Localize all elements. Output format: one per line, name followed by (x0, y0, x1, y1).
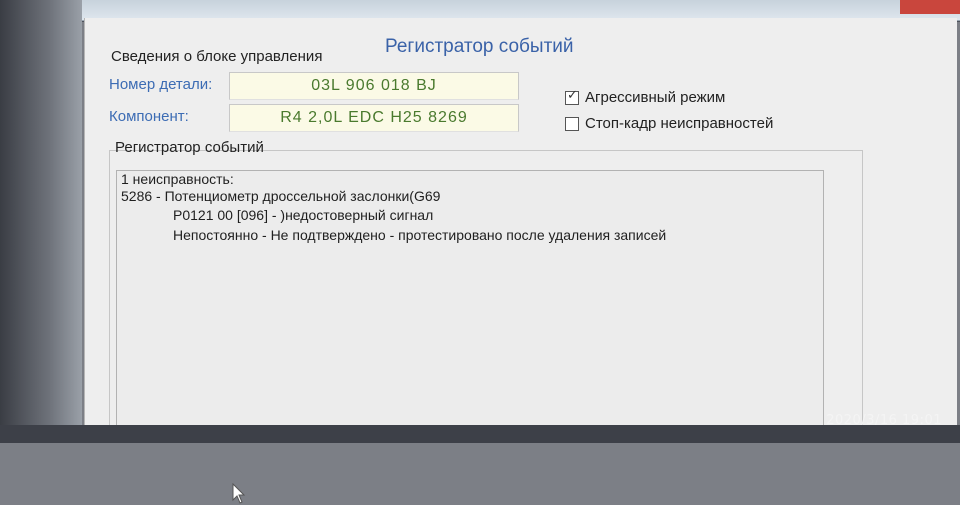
aggressive-mode-checkbox[interactable]: ✓ (565, 87, 579, 105)
mouse-pointer-icon (232, 483, 246, 504)
freeze-frame-label: Стоп-кадр неисправностей (585, 115, 774, 132)
part-number-label: Номер детали: (109, 76, 213, 93)
control-unit-group-label: Сведения о блоке управления (111, 48, 323, 65)
window-title: Регистратор событий (385, 36, 574, 57)
photo-timestamp: 2020/3/16 19:01 (826, 413, 942, 428)
freeze-frame-option[interactable]: Стоп-кадр неисправностей (565, 115, 773, 132)
freeze-frame-checkbox[interactable] (565, 116, 579, 131)
check-icon: ✓ (567, 86, 578, 102)
part-number-field: 03L 906 018 BJ (229, 72, 519, 100)
aggressive-mode-label: Агрессивный режим (585, 89, 726, 106)
event-line: 1 неисправность: (121, 171, 234, 187)
event-line: 5286 - Потенциометр дроссельной заслонки… (121, 188, 441, 204)
close-button[interactable] (900, 0, 960, 14)
event-line: Непостоянно - Не подтверждено - протести… (173, 227, 667, 243)
monitor-bezel-left (0, 0, 82, 443)
events-group-label: Регистратор событий (115, 139, 264, 156)
component-label: Компонент: (109, 108, 189, 125)
events-textbox[interactable]: 1 неисправность: 5286 - Потенциометр дро… (116, 170, 824, 504)
monitor-bezel-bottom (0, 425, 960, 443)
aggressive-mode-option[interactable]: ✓ Агрессивный режим (565, 87, 726, 106)
component-field: R4 2,0L EDC H25 8269 (229, 104, 519, 132)
event-log-window: Регистратор событий Сведения о блоке упр… (84, 18, 957, 504)
event-line: P0121 00 [096] - )недостоверный сигнал (173, 207, 434, 223)
